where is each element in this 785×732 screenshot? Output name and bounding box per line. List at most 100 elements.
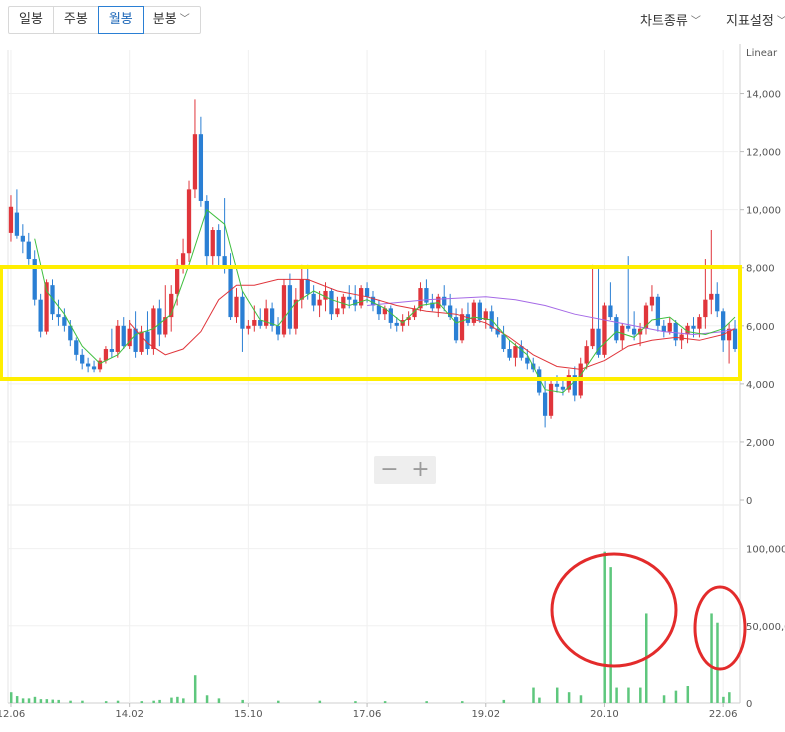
volume-bar <box>532 687 535 703</box>
candle-body <box>91 366 97 370</box>
volume-bar <box>104 701 108 703</box>
chevron-down-icon: ﹀ <box>777 12 785 27</box>
time-tick-label: 15.10 <box>234 709 263 720</box>
candle-body <box>228 267 233 318</box>
candle-body <box>210 230 215 257</box>
volume-bar <box>502 699 506 703</box>
volume-bar <box>81 700 84 703</box>
volume-tick-label: 100,000,0 <box>746 545 785 556</box>
indicator-settings-menu[interactable]: 지표설정﹀ <box>726 10 785 29</box>
volume-bar <box>27 698 31 703</box>
candle-body <box>198 134 204 201</box>
volume-bar <box>354 701 357 703</box>
tab-monthly[interactable]: 월봉 <box>97 6 144 34</box>
candle-body <box>394 322 399 326</box>
candle-body <box>649 296 655 306</box>
volume-bar <box>21 698 25 703</box>
candle-body <box>311 293 316 306</box>
candle-body <box>721 311 726 341</box>
price-tick-label: 8,000 <box>746 264 775 275</box>
candle-body <box>448 305 453 318</box>
candle-body <box>85 363 91 367</box>
candle-body <box>26 241 31 260</box>
price-tick-label: 12,000 <box>746 148 781 159</box>
moving-average-short-line <box>34 208 736 394</box>
volume-bar <box>158 699 161 703</box>
volume-bar <box>615 687 618 703</box>
candle-body <box>548 383 554 416</box>
volume-tick-label: 0 <box>746 699 752 710</box>
candle-body <box>157 308 162 335</box>
volume-bar <box>51 699 55 703</box>
candle-body <box>376 305 382 315</box>
candle-body <box>424 288 429 303</box>
candlestick-chart[interactable]: 0 2,000 4,000 6,000 8,000 10,000 12,000 14,000 L… <box>0 38 785 728</box>
chart-type-menu[interactable]: 차트종류 ﹀ <box>640 10 701 29</box>
tab-daily[interactable]: 일봉 <box>9 7 54 33</box>
candle-body <box>14 212 20 236</box>
volume-bar <box>57 699 60 703</box>
candle-body <box>38 299 43 332</box>
candle-body <box>691 325 696 329</box>
candle-body <box>145 331 150 350</box>
time-tick-label: 19.02 <box>471 709 500 720</box>
toolbar: 일봉 주봉 월봉 분봉﹀ 차트종류﹀ 지표설정﹀ <box>0 0 785 38</box>
volume-bar <box>710 613 713 703</box>
candle-body <box>240 296 245 329</box>
candle-body <box>697 317 702 329</box>
tab-minute[interactable]: 분봉 ﹀ <box>143 7 200 33</box>
volume-bar <box>639 687 642 703</box>
candle-body <box>442 296 447 306</box>
candle-body <box>323 290 328 300</box>
price-tick-label: 4,000 <box>746 380 775 391</box>
candle-body <box>667 322 672 332</box>
candle-body <box>8 206 14 233</box>
volume-bar <box>662 695 666 703</box>
volume-bar <box>217 698 221 703</box>
candle-body <box>590 328 595 347</box>
volume-bar <box>45 699 49 703</box>
volume-bar <box>193 675 197 703</box>
time-tick-label: 22.06 <box>709 709 738 720</box>
candle-body <box>364 288 370 297</box>
zoom-in-button[interactable]: + <box>405 456 436 484</box>
volume-bar <box>425 701 428 703</box>
candle-body <box>275 325 281 335</box>
annotation-circle <box>550 552 678 668</box>
volume-bar <box>674 690 678 703</box>
tab-minute-label: 분봉 <box>152 12 177 27</box>
candle-body <box>358 288 364 306</box>
candle-body <box>335 308 340 315</box>
candle-body <box>679 334 684 341</box>
volume-bar <box>318 700 322 703</box>
volume-bar <box>609 567 612 703</box>
volume-bar <box>728 692 731 703</box>
candle-body <box>329 290 334 315</box>
tab-weekly[interactable]: 주봉 <box>54 7 99 33</box>
annotation-circle <box>693 585 747 671</box>
chart-area[interactable]: 0 2,000 4,000 6,000 8,000 10,000 12,000 14,000 L… <box>0 38 785 728</box>
candle-body <box>50 285 55 315</box>
volume-bar <box>555 687 559 703</box>
volume-bar <box>579 695 583 703</box>
candle-body <box>388 308 393 323</box>
zoom-out-button[interactable]: − <box>374 456 405 484</box>
time-tick-label: 14.02 <box>115 709 144 720</box>
time-tick-label: 17.06 <box>353 709 382 720</box>
candle-body <box>281 285 287 335</box>
volume-bar <box>33 696 37 703</box>
candle-body <box>584 346 589 364</box>
candle-body <box>246 325 251 329</box>
candle-body <box>80 354 85 364</box>
volume-bar <box>277 700 280 703</box>
candle-body <box>459 314 465 341</box>
candle-body <box>264 308 269 326</box>
candle-body <box>192 134 198 190</box>
volume-bar <box>39 699 43 703</box>
volume-bar <box>722 696 725 703</box>
candle-body <box>133 328 138 352</box>
time-tick-label: 20.10 <box>590 709 619 720</box>
candle-body <box>602 305 607 355</box>
candle-body <box>56 314 61 318</box>
candle-body <box>234 296 239 318</box>
